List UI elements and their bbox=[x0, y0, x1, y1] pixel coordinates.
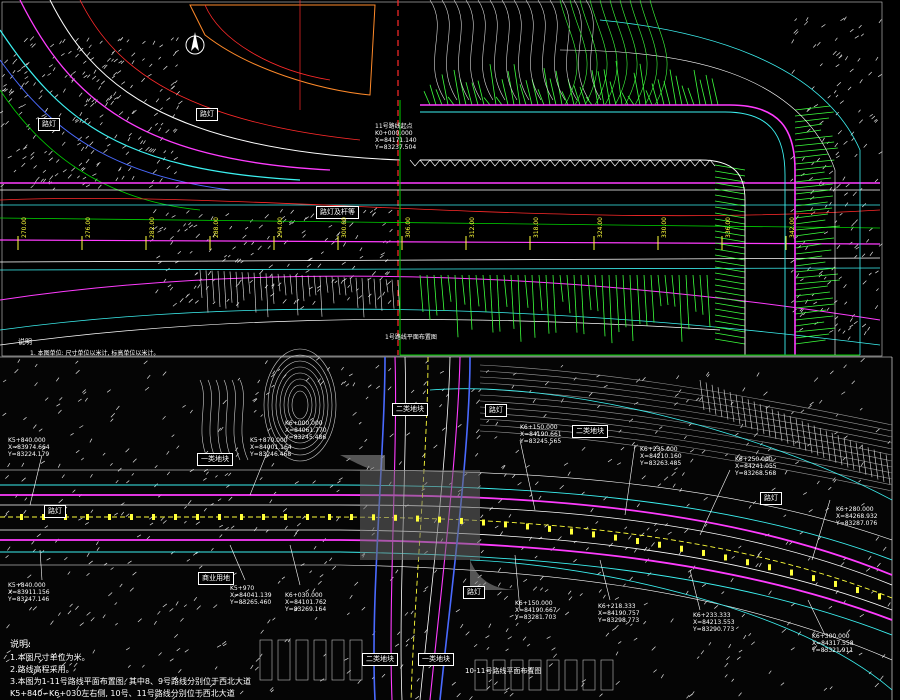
coord-callout-10: K6+030.000 X=84101.762 Y=83269.164 bbox=[285, 592, 327, 613]
coord-callout-4: K6+150.000 X=84190.661 Y=83245.565 bbox=[520, 424, 562, 445]
note-line-1: 1.本图尺寸单位为米。 bbox=[10, 653, 90, 662]
parcel-box-7: 路灯 bbox=[463, 586, 485, 599]
note-line-2: 2.路线高程采用。 bbox=[10, 665, 74, 674]
station-label: 294.00 bbox=[277, 217, 284, 238]
station-label: 282.00 bbox=[149, 217, 156, 238]
label-box-b: 路灯 bbox=[196, 108, 218, 121]
notes-title: 说明: bbox=[10, 640, 32, 650]
station-label: 330.00 bbox=[661, 217, 668, 238]
coord-callout-1: K5+840.000 X=83974.664 Y=83224.179 bbox=[8, 437, 50, 458]
note-line-3: 3.本图为1-11号路线平面布置图, 其中8、9号路线分别位于西北大道 bbox=[10, 677, 252, 686]
note-line-4: K5+840~K6+030左右侧, 10号、11号路线分别位于西北大道 bbox=[10, 689, 235, 698]
parcel-box-1: 一类地块 bbox=[197, 453, 233, 466]
intersection-area-gray bbox=[360, 470, 480, 560]
top-note-title: 说明 bbox=[18, 338, 32, 346]
bottom-panel-drawing bbox=[0, 348, 893, 700]
station-label: 318.00 bbox=[533, 217, 540, 238]
station-label: 336.00 bbox=[725, 217, 732, 238]
coord-callout-3: K6+000.000 X=84061.770 Y=83245.486 bbox=[285, 420, 327, 441]
coord-text-top: 11号路线起点 K0+000.000 X=84171.140 Y=83237.5… bbox=[375, 123, 417, 151]
parcel-box-5: 路灯 bbox=[760, 492, 782, 505]
parcel-box-10: 路灯 bbox=[44, 505, 66, 518]
coord-callout-8: K5+840.000 X=83911.156 Y=83247.146 bbox=[8, 582, 50, 603]
coord-callout-14: K6+300.000 X=84317.558 Y=83321.911 bbox=[812, 633, 854, 654]
top-panel-caption: 1号路线平面布置图 bbox=[385, 334, 437, 341]
parcel-box-2: 二类地块 bbox=[392, 403, 428, 416]
coord-callout-7: K6+280.000 X=84268.932 Y=83287.076 bbox=[836, 506, 878, 527]
top-note-1: 1. 本图单位: 尺寸单位以米计, 标高单位以米计。 bbox=[30, 350, 160, 357]
coord-callout-11: K6+150.000 X=84190.667 Y=83281.703 bbox=[515, 600, 557, 621]
coord-callout-5: K6+235.000 X=84210.160 Y=83263.485 bbox=[640, 446, 682, 467]
station-label: 288.00 bbox=[213, 217, 220, 238]
station-label: 324.00 bbox=[597, 217, 604, 238]
coord-callout-12: K6+218.333 X=84190.757 Y=83298.773 bbox=[598, 603, 640, 624]
station-label: 276.00 bbox=[85, 217, 92, 238]
station-label: 270.00 bbox=[21, 217, 28, 238]
parcel-box-4: 二类地块 bbox=[572, 425, 608, 438]
parcel-box-9: 一类地块 bbox=[418, 653, 454, 666]
parcel-box-3: 路灯 bbox=[485, 404, 507, 417]
coord-callout-13: K6+233.333 X=84213.553 Y=83290.773 bbox=[693, 612, 735, 633]
bottom-panel-caption: 10-11号路线平面布置图 bbox=[465, 667, 542, 675]
station-label: 342.00 bbox=[789, 217, 796, 238]
station-label: 300.00 bbox=[341, 217, 348, 238]
station-label: 306.00 bbox=[405, 217, 412, 238]
label-box-center: 路灯及杆等 bbox=[316, 206, 359, 219]
parcel-box-8: 二类地块 bbox=[362, 653, 398, 666]
parcel-box-6: 商业用地 bbox=[198, 572, 234, 585]
coord-callout-9: K5+970 X=84041.139 Y=83265.460 bbox=[230, 585, 272, 606]
coord-callout-6: K6+250.000 X=84241.055 Y=83268.568 bbox=[735, 456, 777, 477]
station-label: 312.00 bbox=[469, 217, 476, 238]
label-box-a: 路灯 bbox=[38, 118, 60, 131]
